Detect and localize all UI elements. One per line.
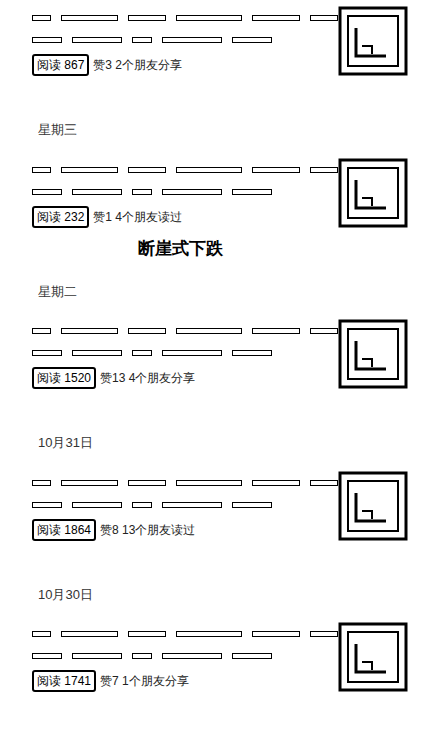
article-section: 星期二阅读 1520赞13 4个朋友分享 <box>0 282 444 390</box>
article-item[interactable]: 阅读 1864赞8 13个朋友读过 <box>0 471 444 541</box>
article-thumbnail-icon[interactable] <box>338 6 408 76</box>
likes-shares: 赞1 4个朋友读过 <box>93 208 182 226</box>
article-item[interactable]: 阅读 232赞1 4个朋友读过断崖式下跌 <box>0 158 444 238</box>
read-count: 阅读 1864 <box>32 519 96 541</box>
article-stats: 阅读 232赞1 4个朋友读过 <box>32 206 338 228</box>
article-thumbnail-icon[interactable] <box>338 319 408 389</box>
article-item[interactable]: 阅读 1741赞7 1个朋友分享 <box>0 622 444 692</box>
article-item[interactable]: 阅读 1520赞13 4个朋友分享 <box>0 319 444 389</box>
article-section: 阅读 867赞3 2个朋友分享 <box>0 6 444 76</box>
article-section: 10月30日阅读 1741赞7 1个朋友分享 <box>0 585 444 693</box>
likes-shares: 赞7 1个朋友分享 <box>100 672 189 690</box>
article-thumbnail-icon[interactable] <box>338 471 408 541</box>
article-thumbnail-icon[interactable] <box>338 622 408 692</box>
likes-shares: 赞13 4个朋友分享 <box>100 369 195 387</box>
date-header: 星期三 <box>0 120 444 140</box>
article-section: 星期三阅读 232赞1 4个朋友读过断崖式下跌 <box>0 120 444 238</box>
article-thumbnail-icon[interactable] <box>338 158 408 228</box>
obscured-title <box>32 471 338 509</box>
article-stats: 阅读 1864赞8 13个朋友读过 <box>32 519 338 541</box>
obscured-title <box>32 158 338 196</box>
date-header: 10月30日 <box>0 585 444 605</box>
obscured-title <box>32 6 338 44</box>
article-item[interactable]: 阅读 867赞3 2个朋友分享 <box>0 6 444 76</box>
read-count: 阅读 232 <box>32 206 89 228</box>
article-list: 阅读 867赞3 2个朋友分享星期三阅读 232赞1 4个朋友读过断崖式下跌星期… <box>0 0 444 729</box>
obscured-title <box>32 319 338 357</box>
likes-shares: 赞3 2个朋友分享 <box>93 56 182 74</box>
read-count: 阅读 1741 <box>32 670 96 692</box>
date-header: 10月31日 <box>0 433 444 453</box>
article-stats: 阅读 867赞3 2个朋友分享 <box>32 54 338 76</box>
annotation: 断崖式下跌 <box>32 238 338 260</box>
date-header: 星期二 <box>0 282 444 302</box>
likes-shares: 赞8 13个朋友读过 <box>100 521 195 539</box>
article-section: 10月31日阅读 1864赞8 13个朋友读过 <box>0 433 444 541</box>
read-count: 阅读 867 <box>32 54 89 76</box>
article-stats: 阅读 1520赞13 4个朋友分享 <box>32 367 338 389</box>
read-count: 阅读 1520 <box>32 367 96 389</box>
article-stats: 阅读 1741赞7 1个朋友分享 <box>32 670 338 692</box>
obscured-title <box>32 622 338 660</box>
